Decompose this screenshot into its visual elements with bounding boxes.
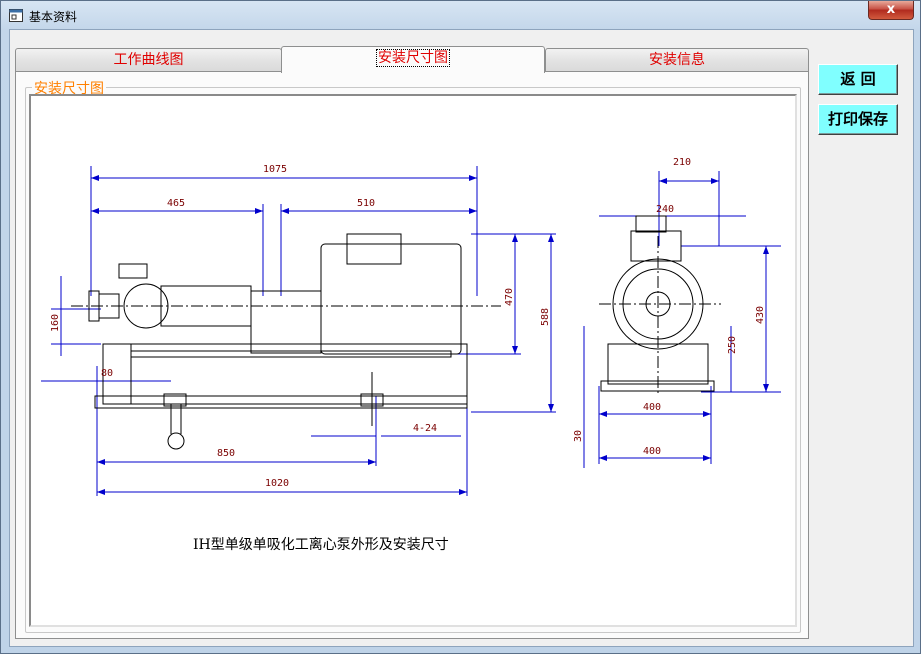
window-title: 基本资料 bbox=[29, 10, 78, 24]
close-button[interactable]: x bbox=[868, 1, 914, 20]
tab-install-drawing[interactable]: 安装尺寸图 bbox=[281, 46, 545, 73]
dim-470: 470 bbox=[504, 288, 515, 306]
dim-400-bottom: 400 bbox=[643, 446, 661, 457]
dim-80: 80 bbox=[101, 368, 113, 379]
dim-400-top: 400 bbox=[643, 402, 661, 413]
back-button[interactable]: 返 回 bbox=[818, 64, 898, 95]
tab-label: 工作曲线图 bbox=[113, 52, 184, 68]
dimension-lines bbox=[41, 166, 781, 496]
dim-1075: 1075 bbox=[263, 164, 287, 175]
dim-30: 30 bbox=[573, 430, 584, 442]
dim-588: 588 bbox=[540, 308, 551, 326]
tab-work-curve[interactable]: 工作曲线图 bbox=[15, 48, 282, 72]
app-window: 基本资料 x 工作曲线图 安装尺寸图 安装信息 安装尺寸图 1075 465 5… bbox=[0, 0, 921, 654]
tab-label: 安装信息 bbox=[649, 52, 705, 68]
dim-465: 465 bbox=[167, 198, 185, 209]
installation-drawing: 1075 465 510 470 588 160 80 4-24 850 102… bbox=[29, 94, 797, 627]
app-icon bbox=[9, 9, 23, 22]
dimension-arrows bbox=[91, 175, 769, 495]
dim-250: 250 bbox=[727, 336, 738, 354]
dim-240: 240 bbox=[656, 204, 674, 215]
dim-4-24: 4-24 bbox=[413, 423, 437, 434]
tab-label: 安装尺寸图 bbox=[376, 49, 450, 67]
dim-160: 160 bbox=[50, 314, 61, 332]
title-bar: 基本资料 x bbox=[1, 1, 920, 29]
print-save-button[interactable]: 打印保存 bbox=[818, 104, 898, 135]
drawing-caption: IH型单级单吸化工离心泵外形及安装尺寸 bbox=[193, 537, 449, 553]
dim-430: 430 bbox=[755, 306, 766, 324]
dim-1020: 1020 bbox=[265, 478, 289, 489]
tab-strip: 工作曲线图 安装尺寸图 安装信息 bbox=[15, 46, 809, 73]
close-icon: x bbox=[886, 2, 896, 17]
tab-install-info[interactable]: 安装信息 bbox=[545, 48, 809, 72]
dim-210: 210 bbox=[673, 157, 691, 168]
dim-510: 510 bbox=[357, 198, 375, 209]
dimension-labels: 1075 465 510 470 588 160 80 4-24 850 102… bbox=[50, 157, 766, 489]
dim-850: 850 bbox=[217, 448, 235, 459]
